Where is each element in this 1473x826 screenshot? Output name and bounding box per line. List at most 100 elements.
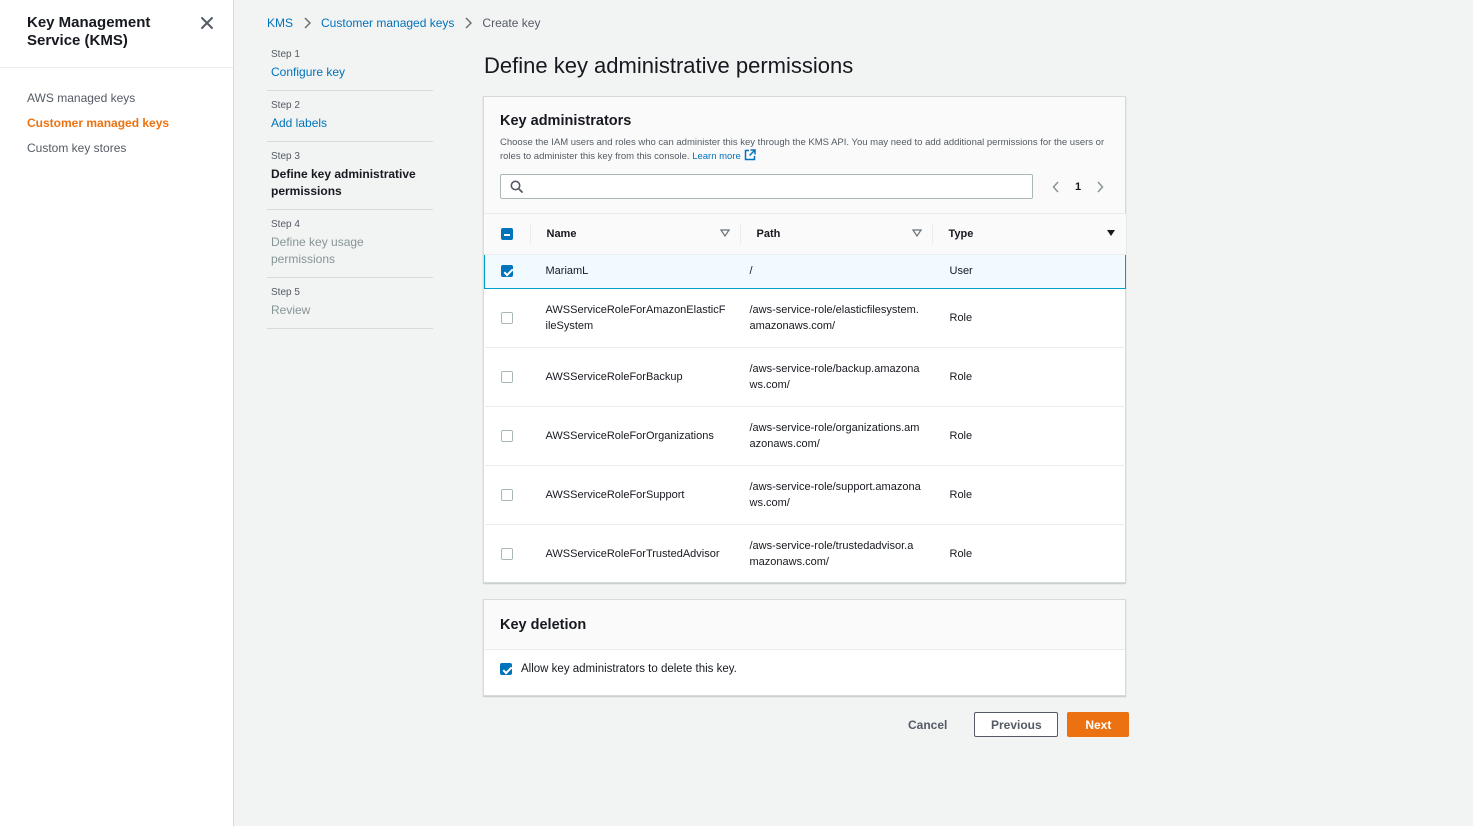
step-number: Step 5	[271, 287, 300, 298]
service-title[interactable]: Key Management Service (KMS)	[27, 14, 177, 50]
wizard-step-1: Step 1 Configure key	[267, 40, 433, 91]
column-type-label: Type	[948, 228, 974, 240]
row-checkbox[interactable]	[500, 429, 513, 442]
sort-caret-icon[interactable]	[719, 228, 730, 240]
key-administrators-panel: Key administrators Choose the IAM users …	[483, 96, 1126, 583]
search-input[interactable]	[529, 175, 1029, 198]
chevron-right-icon	[458, 15, 478, 31]
breadcrumb-current: Create key	[482, 16, 541, 30]
row-checkbox[interactable]	[500, 488, 513, 501]
row-checkbox[interactable]	[500, 370, 513, 383]
sidebar-item-aws-managed-keys[interactable]: AWS managed keys	[27, 86, 233, 111]
page-title: Define key administrative permissions	[484, 53, 854, 78]
breadcrumb-customer-managed-keys-link[interactable]: Customer managed keys	[321, 15, 454, 31]
sidebar-item-customer-managed-keys[interactable]: Customer managed keys	[27, 111, 233, 136]
side-navigation-header: Key Management Service (KMS)	[0, 0, 233, 68]
chevron-left-icon[interactable]	[1049, 180, 1063, 194]
step-title-disabled: Review	[271, 303, 311, 317]
step-link-configure-key[interactable]: Configure key	[271, 64, 429, 81]
row-name: MariamL	[529, 254, 740, 289]
key-deletion-panel: Key deletion Allow key administrators to…	[483, 599, 1126, 696]
step-number: Step 3	[271, 151, 300, 162]
table-row[interactable]: AWSServiceRoleForSupport /aws-service-ro…	[484, 465, 1126, 525]
previous-button[interactable]: Previous	[974, 712, 1059, 737]
panel-title: Key deletion	[500, 617, 587, 633]
administrators-table: Name Path Type MariamL / User AWSService…	[484, 214, 1126, 584]
learn-more-link[interactable]: Learn more	[692, 149, 756, 165]
row-type: Role	[931, 347, 1126, 407]
row-path: /aws-service-role/trustedadvisor.amazona…	[749, 539, 914, 569]
pagination: 1	[1049, 180, 1107, 194]
row-name: AWSServiceRoleForSupport	[529, 465, 740, 525]
wizard-step-5: Step 5 Review	[267, 278, 433, 329]
row-path: /	[739, 254, 932, 289]
row-path: /aws-service-role/organizations.amazonaw…	[739, 406, 932, 466]
column-header-name[interactable]: Name	[529, 214, 740, 255]
wizard-actions: Cancel Previous Next	[890, 712, 1130, 737]
wizard-steps: Step 1 Configure key Step 2 Add labels S…	[267, 40, 433, 329]
row-path: /aws-service-role/support.amazonaws.com/	[739, 465, 932, 525]
column-header-path[interactable]: Path	[739, 214, 932, 255]
wizard-step-2: Step 2 Add labels	[267, 91, 433, 142]
next-button[interactable]: Next	[1067, 712, 1130, 737]
row-type: Role	[931, 406, 1126, 466]
row-name: AWSServiceRoleForOrganizations	[529, 406, 740, 466]
table-header-row: Name Path Type	[484, 214, 1126, 255]
close-icon[interactable]	[199, 15, 215, 31]
table-row[interactable]: AWSServiceRoleForOrganizations /aws-serv…	[484, 406, 1126, 466]
table-row[interactable]: AWSServiceRoleForTrustedAdvisor /aws-ser…	[485, 525, 1126, 584]
breadcrumb-kms-link[interactable]: KMS	[267, 15, 293, 31]
column-name-label: Name	[546, 228, 577, 240]
learn-more-label[interactable]: Learn more	[692, 151, 741, 162]
panel-title: Key administrators	[500, 113, 632, 129]
search-row: 1	[500, 174, 1109, 199]
cancel-button[interactable]: Cancel	[890, 712, 965, 737]
breadcrumb: KMS Customer managed keys Create key	[267, 15, 540, 31]
wizard-step-3: Step 3 Define key administrative permiss…	[267, 142, 433, 210]
row-checkbox[interactable]	[501, 265, 513, 278]
row-type: User	[931, 254, 1126, 289]
wizard-step-4: Step 4 Define key usage permissions	[267, 210, 433, 278]
row-name: AWSServiceRoleForAmazonElasticFileSystem	[529, 288, 740, 348]
step-number: Step 2	[271, 100, 300, 111]
panel-description: Choose the IAM users and roles who can a…	[500, 136, 1112, 165]
row-path: /aws-service-role/backup.amazonaws.com/	[739, 347, 932, 407]
step-number: Step 4	[271, 219, 300, 230]
row-type: Role	[949, 548, 973, 560]
allow-deletion-option[interactable]: Allow key administrators to delete this …	[484, 650, 1125, 688]
table-row[interactable]: MariamL / User	[484, 254, 1126, 289]
select-all-checkbox[interactable]	[500, 228, 513, 241]
description-text: Choose the IAM users and roles who can a…	[500, 137, 1105, 162]
select-all-header	[484, 214, 530, 255]
chevron-right-icon	[297, 15, 317, 31]
sort-caret-icon[interactable]	[911, 228, 922, 240]
table-row[interactable]: AWSServiceRoleForAmazonElasticFileSystem…	[484, 288, 1126, 348]
page-number-button[interactable]: 1	[1075, 181, 1081, 193]
panel-header: Key administrators Choose the IAM users …	[484, 97, 1125, 214]
allow-deletion-label[interactable]: Allow key administrators to delete this …	[521, 663, 737, 675]
row-name: AWSServiceRoleForTrustedAdvisor	[545, 548, 720, 560]
chevron-right-icon[interactable]	[1093, 180, 1107, 194]
panel-header: Key deletion	[484, 600, 1125, 650]
table-row[interactable]: AWSServiceRoleForBackup /aws-service-rol…	[484, 347, 1126, 407]
external-link-icon[interactable]	[744, 149, 756, 165]
row-checkbox[interactable]	[500, 311, 513, 324]
step-link-add-labels[interactable]: Add labels	[271, 115, 429, 132]
search-icon	[510, 180, 523, 198]
column-header-type[interactable]: Type	[931, 214, 1126, 255]
step-title-disabled: Define key usage permissions	[271, 235, 364, 266]
sort-caret-filled-icon[interactable]	[1106, 228, 1116, 240]
search-box[interactable]	[500, 174, 1033, 199]
side-navigation: Key Management Service (KMS) AWS managed…	[0, 0, 234, 826]
column-path-label: Path	[756, 228, 781, 240]
allow-deletion-checkbox[interactable]	[500, 663, 512, 675]
row-path: /aws-service-role/elasticfilesystem.amaz…	[739, 288, 932, 348]
step-number: Step 1	[271, 49, 300, 60]
sidebar-item-custom-key-stores[interactable]: Custom key stores	[27, 136, 233, 161]
row-type: Role	[931, 465, 1126, 525]
row-name: AWSServiceRoleForBackup	[529, 347, 740, 407]
row-type: Role	[931, 288, 1126, 348]
side-navigation-list: AWS managed keys Customer managed keys C…	[0, 68, 233, 161]
row-checkbox[interactable]	[500, 548, 513, 561]
step-current-title: Define key administrative permissions	[271, 167, 416, 198]
